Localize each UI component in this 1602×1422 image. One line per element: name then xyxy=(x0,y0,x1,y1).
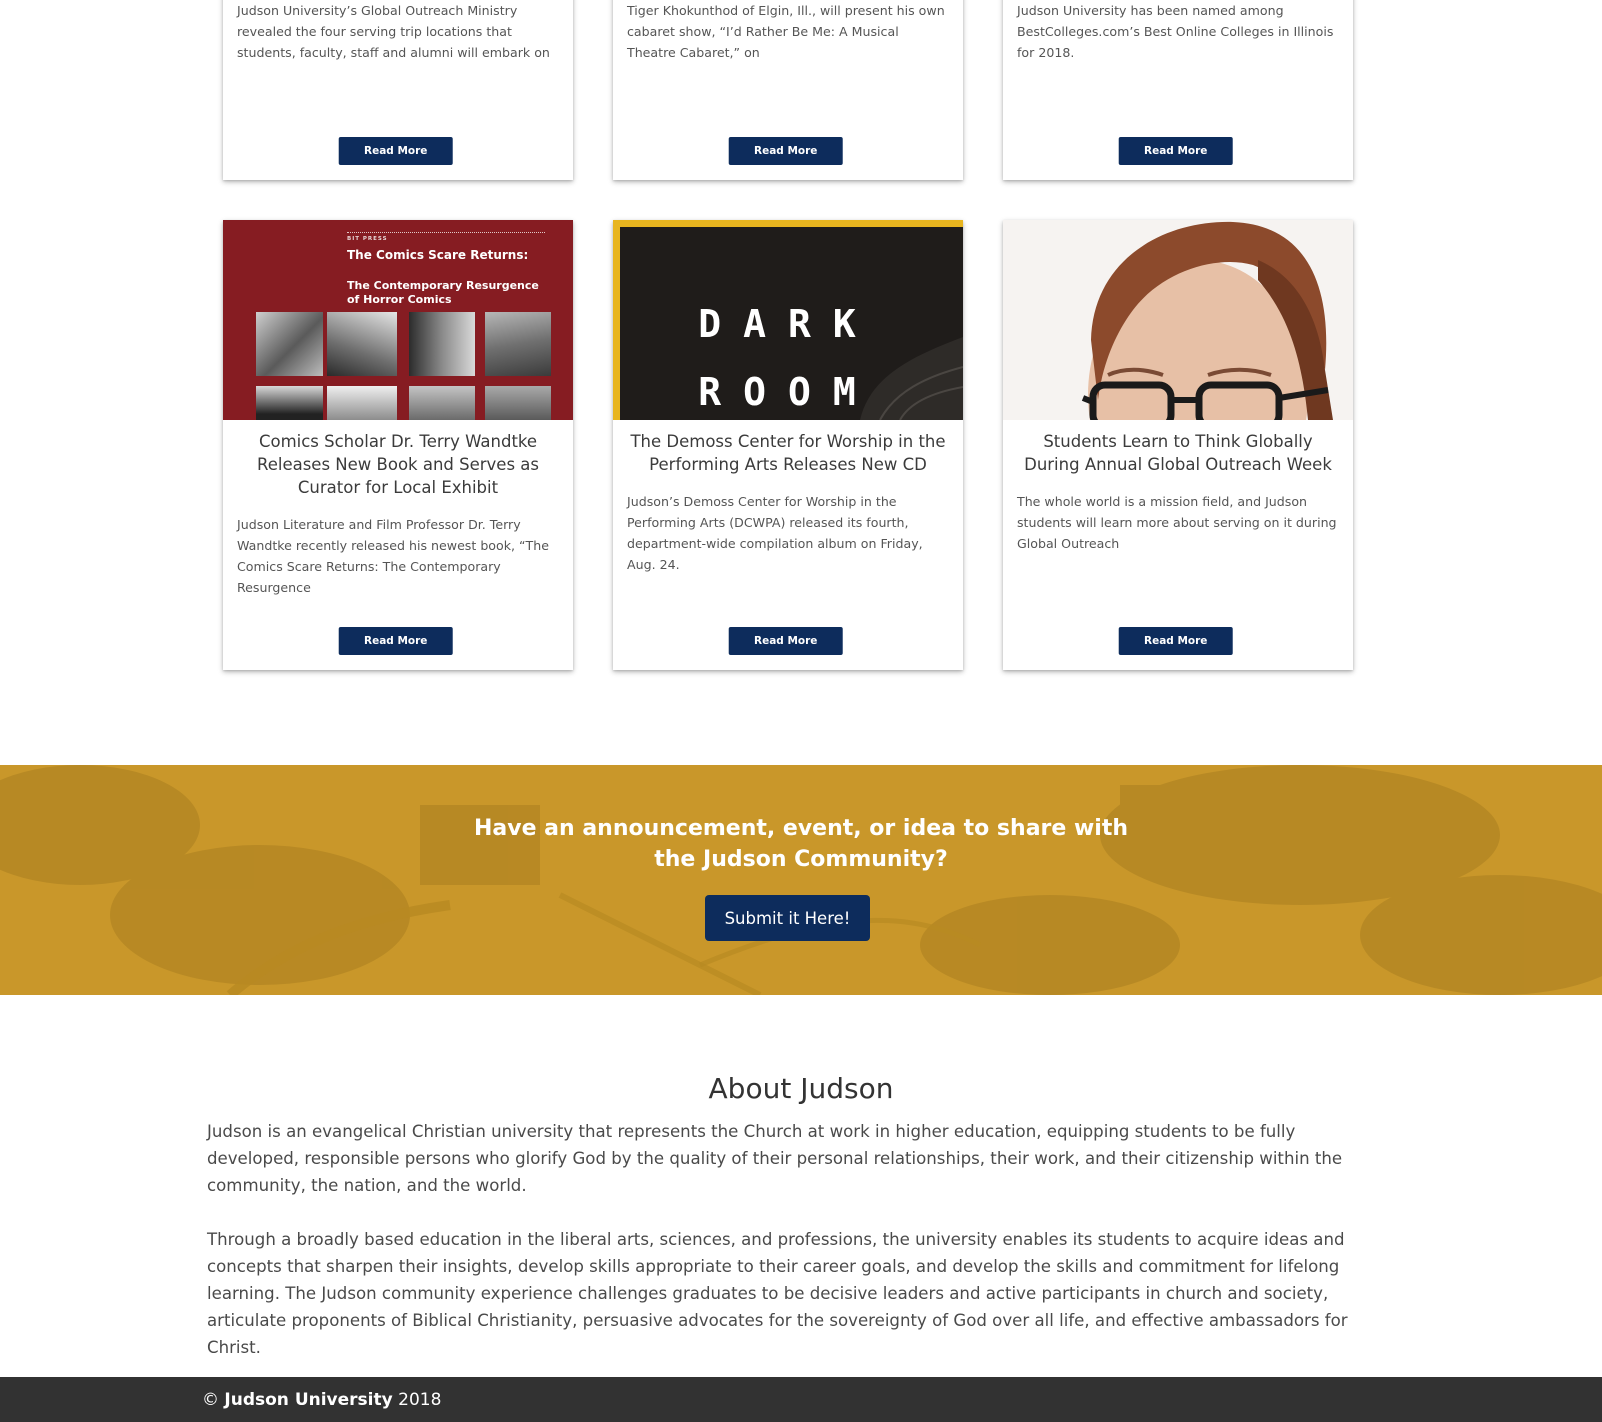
news-card: DARK ROOM The Demoss Center for Worship … xyxy=(613,220,963,670)
portrait-photo[interactable] xyxy=(1003,220,1353,420)
submit-announcement-button[interactable]: Submit it Here! xyxy=(705,895,870,941)
read-more-button[interactable]: Read More xyxy=(338,627,453,655)
about-paragraph: Through a broadly based education in the… xyxy=(207,1230,1348,1357)
footer: © Judson University 2018 xyxy=(0,1377,1602,1422)
cta-heading: Have an announcement, event, or idea to … xyxy=(473,816,1129,872)
card-excerpt: Judson Literature and Film Professor Dr.… xyxy=(237,517,549,595)
about-paragraph: Judson is an evangelical Christian unive… xyxy=(207,1122,1343,1195)
footer-copyright: © Judson University 2018 xyxy=(202,1390,441,1410)
footer-org-name: Judson University xyxy=(224,1390,393,1410)
about-title: About Judson xyxy=(708,1072,894,1105)
album-word-room: ROOM xyxy=(698,370,878,414)
news-card: Judson University’s Global Outreach Mini… xyxy=(223,0,573,180)
comics-book-cover-image[interactable]: BIT PRESS The Comics Scare Returns: The … xyxy=(223,220,573,420)
card-excerpt: Tiger Khokunthod of Elgin, Ill., will pr… xyxy=(627,3,945,60)
card-excerpt: The whole world is a mission field, and … xyxy=(1017,494,1337,551)
read-more-button[interactable]: Read More xyxy=(1118,627,1233,655)
cover-subtitle: The Contemporary Resurgence of Horror Co… xyxy=(347,279,539,306)
card-title[interactable]: The Demoss Center for Worship in the Per… xyxy=(625,430,951,476)
news-card: Students Learn to Think Globally During … xyxy=(1003,220,1353,670)
card-excerpt: Judson’s Demoss Center for Worship in th… xyxy=(627,494,923,572)
card-excerpt: Judson University has been named among B… xyxy=(1017,3,1334,60)
comic-panel xyxy=(256,312,323,376)
news-card: Tiger Khokunthod of Elgin, Ill., will pr… xyxy=(613,0,963,180)
comic-panel xyxy=(409,312,475,376)
dark-room-album-image[interactable]: DARK ROOM xyxy=(613,220,963,420)
comic-panel xyxy=(409,386,475,420)
campus-aerial-background xyxy=(0,765,1602,995)
comic-panel xyxy=(485,312,551,376)
read-more-button[interactable]: Read More xyxy=(728,627,843,655)
card-excerpt: Judson University’s Global Outreach Mini… xyxy=(237,3,550,60)
album-word-dark: DARK xyxy=(698,302,878,346)
read-more-button[interactable]: Read More xyxy=(1118,137,1233,165)
cover-rule xyxy=(347,232,545,233)
cover-title: The Comics Scare Returns: xyxy=(347,248,529,262)
comic-panel xyxy=(256,386,323,420)
card-title[interactable]: Students Learn to Think Globally During … xyxy=(1015,430,1341,476)
read-more-button[interactable]: Read More xyxy=(338,137,453,165)
news-card: BIT PRESS The Comics Scare Returns: The … xyxy=(223,220,573,670)
card-title[interactable]: Comics Scholar Dr. Terry Wandtke Release… xyxy=(235,430,561,499)
read-more-button[interactable]: Read More xyxy=(728,137,843,165)
copyright-symbol: © xyxy=(202,1390,219,1410)
news-card: Judson University has been named among B… xyxy=(1003,0,1353,180)
portrait-graphic xyxy=(1081,221,1333,420)
announcement-banner: Have an announcement, event, or idea to … xyxy=(0,765,1602,995)
comic-panel xyxy=(327,386,397,420)
footer-year: 2018 xyxy=(398,1390,442,1410)
cover-press-label: BIT PRESS xyxy=(347,236,388,242)
comic-panel xyxy=(327,312,397,376)
comic-panel xyxy=(485,386,551,420)
